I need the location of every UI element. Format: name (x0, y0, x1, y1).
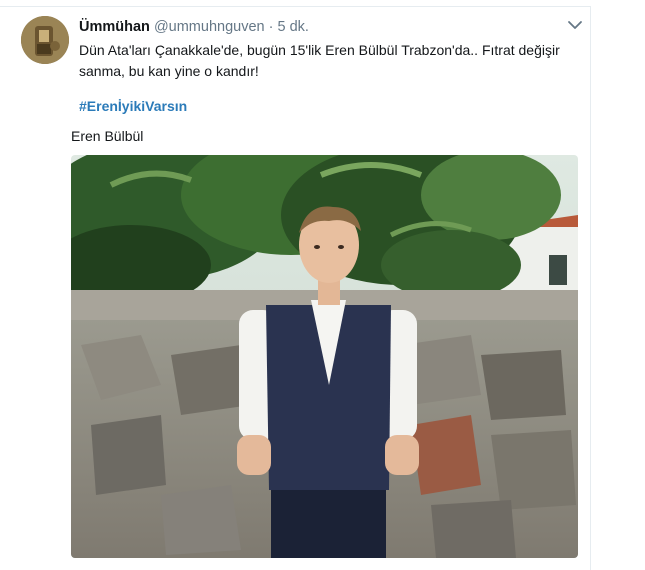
divider-right (590, 6, 591, 570)
tweet-header: Ümmühan @ummuhnguven · 5 dk. (79, 18, 309, 36)
divider-top (0, 6, 590, 7)
avatar[interactable] (21, 16, 69, 64)
image-caption: Eren Bülbül (71, 128, 144, 144)
tweet-photo[interactable] (71, 155, 578, 558)
author-handle[interactable]: @ummuhnguven (154, 19, 265, 35)
header-separator: · (268, 19, 274, 35)
hashtag-link[interactable]: #ErenİyikiVarsın (79, 98, 187, 114)
author-name[interactable]: Ümmühan (79, 19, 150, 35)
tweet: Ümmühan @ummuhnguven · 5 dk. Dün Ata'lar… (0, 0, 645, 570)
tweet-text: Dün Ata'ları Çanakkale'de, bugün 15'lik … (79, 42, 560, 79)
chevron-down-icon[interactable] (566, 18, 584, 32)
tweet-timestamp[interactable]: 5 dk. (277, 19, 308, 35)
